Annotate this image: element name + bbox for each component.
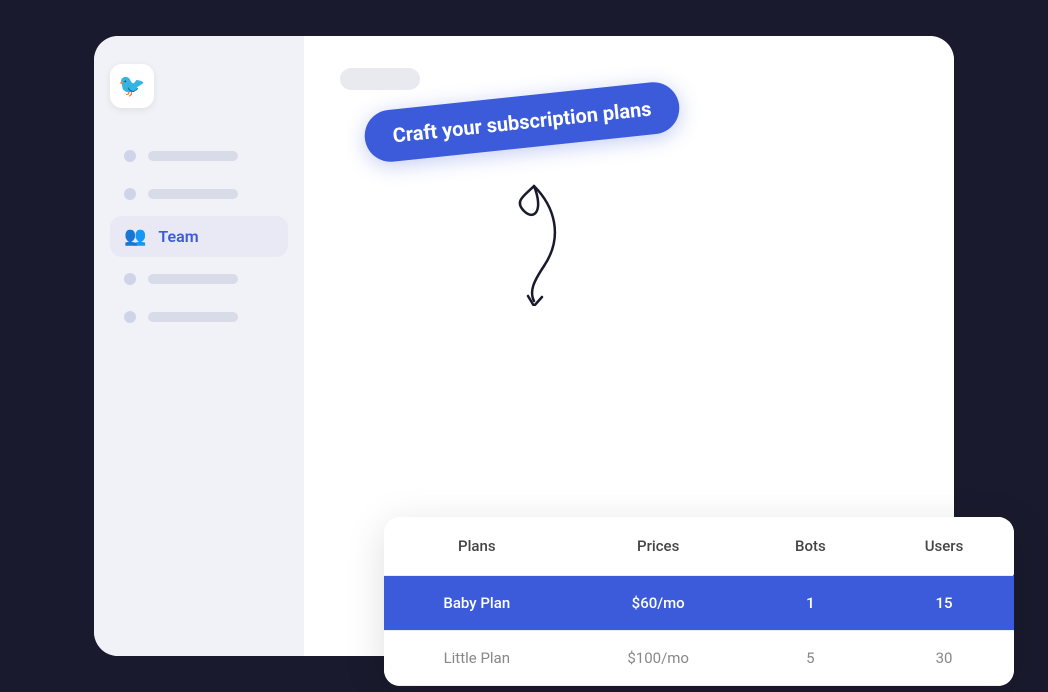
table-card: Plans Prices Bots Users Baby Plan $60/mo… [384,517,1014,686]
sidebar-item-placeholder-5 [110,301,288,333]
sidebar-bar-5 [148,312,238,322]
col-prices: Prices [570,517,747,576]
little-plan-bots: 5 [747,631,874,686]
table-header: Plans Prices Bots Users [384,517,1014,576]
sidebar: 🐦 👥 Team [94,36,304,656]
col-bots: Bots [747,517,874,576]
table-body: Baby Plan $60/mo 1 15 Little Plan $100/m… [384,576,1014,686]
sidebar-item-placeholder-4 [110,263,288,295]
outer-card: 🐦 👥 Team [94,36,954,656]
sidebar-item-placeholder-1 [110,140,288,172]
sidebar-dot-1 [124,150,136,162]
sidebar-dot-4 [124,273,136,285]
sidebar-item-team-label: Team [158,227,198,246]
sidebar-item-team[interactable]: 👥 Team [110,216,288,257]
baby-plan-bots: 1 [747,576,874,631]
callout-bubble: Craft your subscription plans [362,80,682,165]
logo-area: 🐦 [110,64,288,108]
plans-table: Plans Prices Bots Users Baby Plan $60/mo… [384,517,1014,686]
baby-plan-users: 15 [874,576,1014,631]
col-plans: Plans [384,517,570,576]
baby-plan-price: $60/mo [570,576,747,631]
brand-logo-icon: 🐦 [118,74,145,99]
sidebar-bar-4 [148,274,238,284]
active-row-side-tab [1012,572,1014,632]
baby-plan-name: Baby Plan [384,576,570,631]
col-users: Users [874,517,1014,576]
little-plan-users: 30 [874,631,1014,686]
arrow-container [474,176,594,310]
main-content: Craft your subscription plans Plans Pric… [304,36,954,656]
sidebar-nav: 👥 Team [110,140,288,333]
logo-box: 🐦 [110,64,154,108]
table-row-little-plan[interactable]: Little Plan $100/mo 5 30 [384,631,1014,686]
little-plan-name: Little Plan [384,631,570,686]
sidebar-dot-5 [124,311,136,323]
sidebar-dot-2 [124,188,136,200]
sidebar-bar-1 [148,151,238,161]
callout-text: Craft your subscription plans [391,96,652,147]
top-bar-pill [340,68,420,90]
table-header-row: Plans Prices Bots Users [384,517,1014,576]
sidebar-bar-2 [148,189,238,199]
little-plan-price: $100/mo [570,631,747,686]
callout-arrow-svg [474,176,594,306]
team-icon: 👥 [124,226,146,247]
sidebar-item-placeholder-2 [110,178,288,210]
table-row-baby-plan[interactable]: Baby Plan $60/mo 1 15 [384,576,1014,631]
